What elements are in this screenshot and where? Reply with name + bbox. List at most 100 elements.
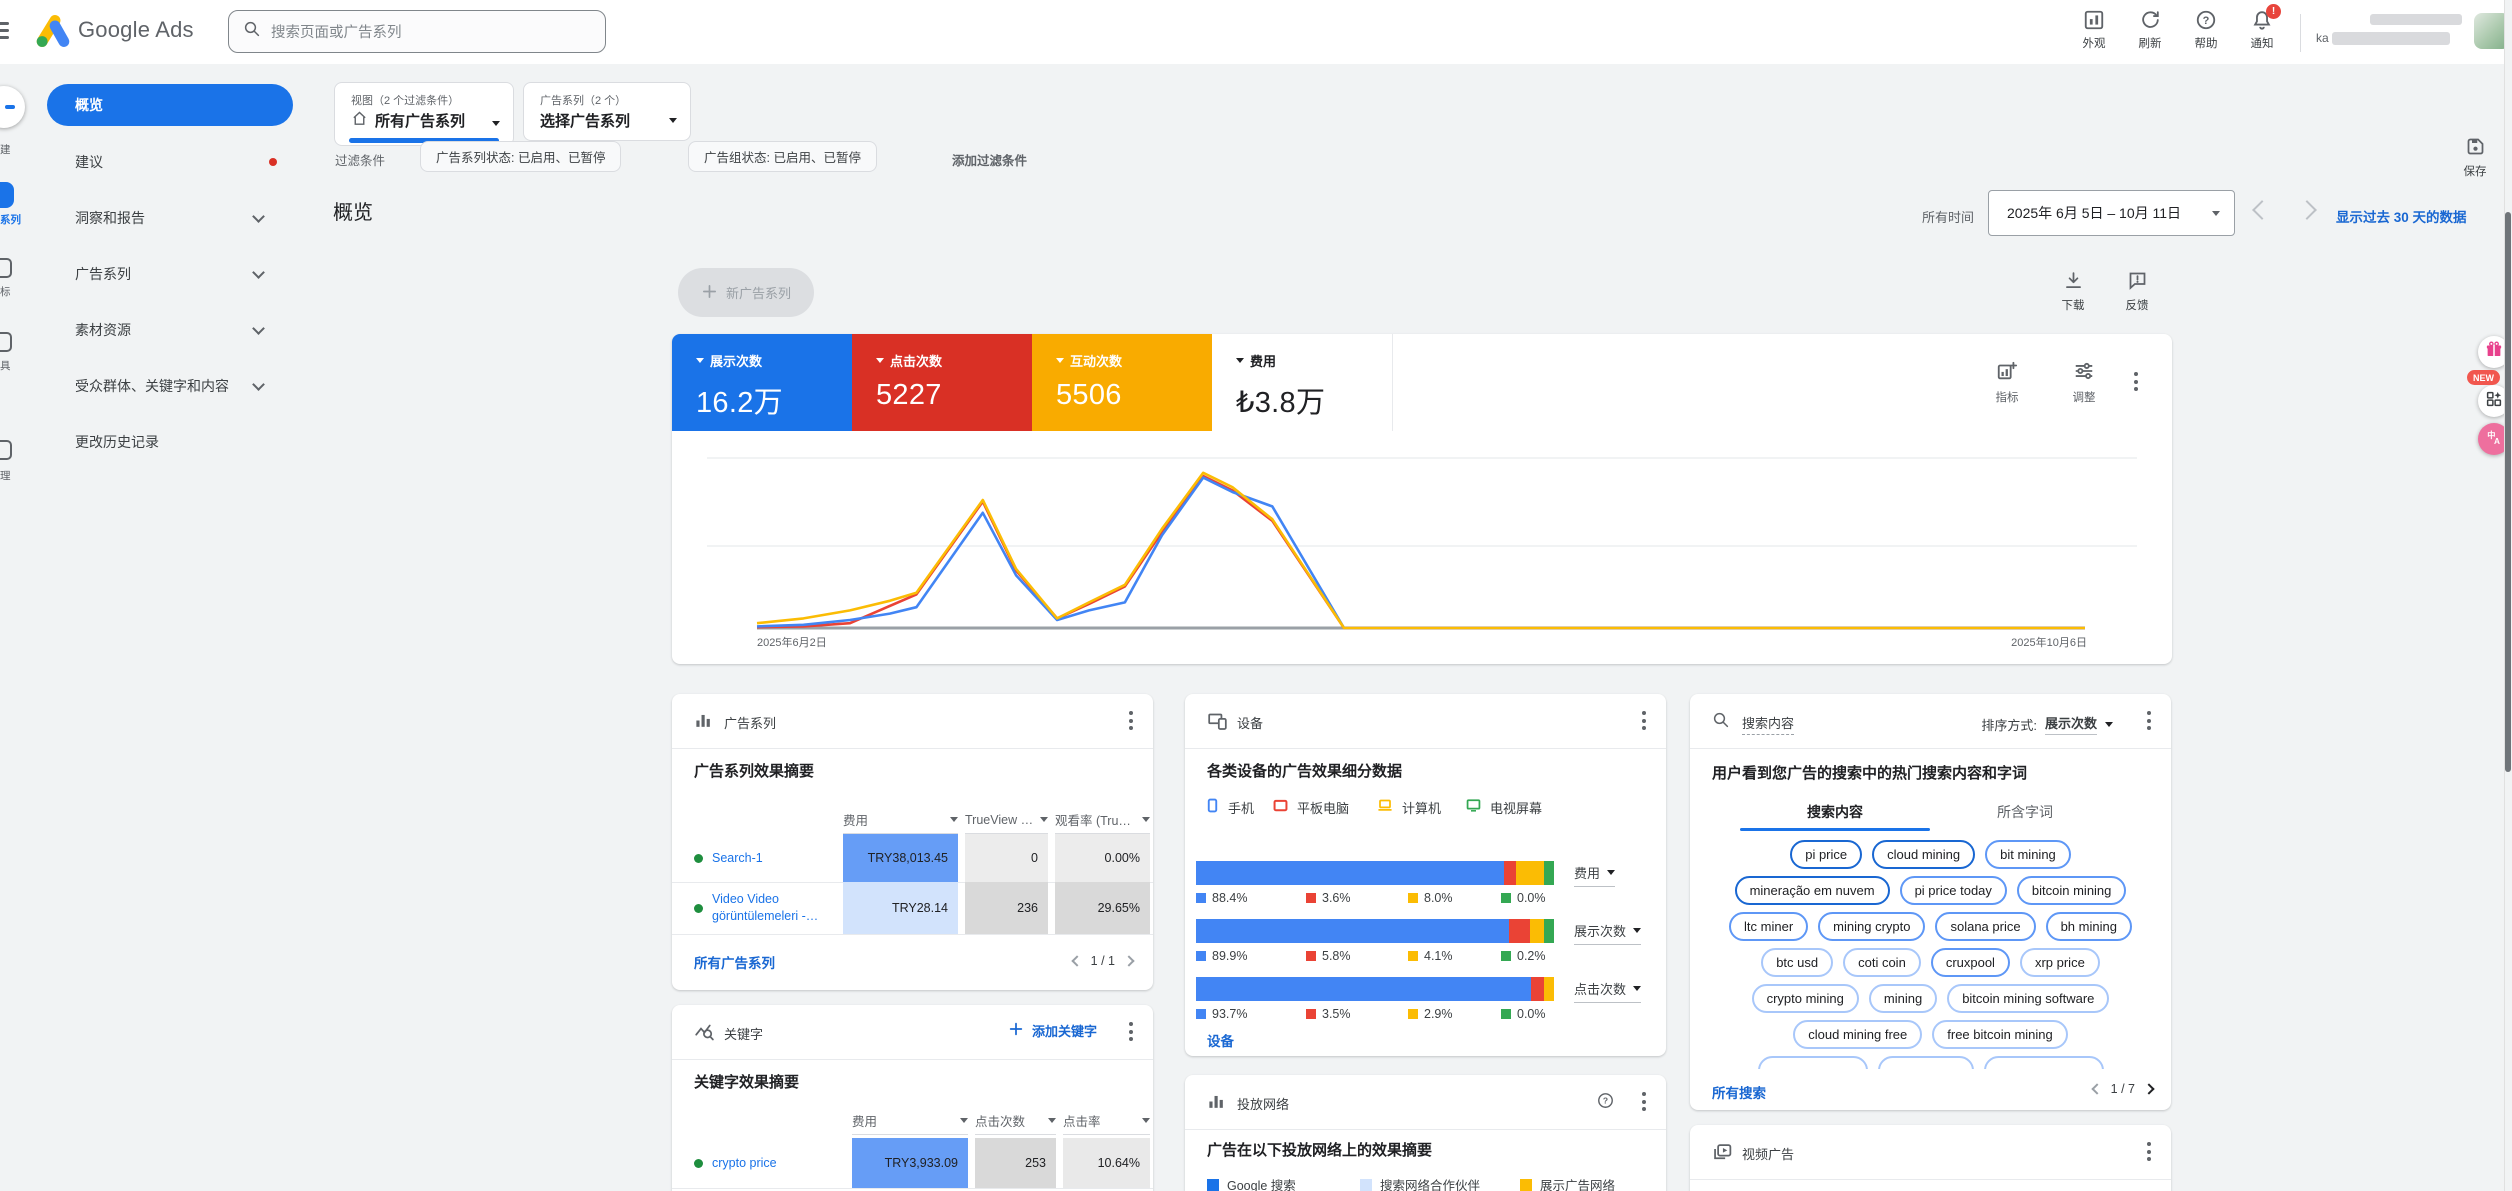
sidebar-item-3[interactable]: 广告系列	[47, 263, 293, 285]
search-term-chip[interactable]: bitcoin mining software	[1947, 984, 2109, 1013]
scrollbar-thumb[interactable]	[2505, 212, 2511, 772]
global-search-input[interactable]: 搜索页面或广告系列	[228, 10, 606, 53]
column-header[interactable]: 观看率 (Tru…	[1055, 806, 1150, 834]
rail-item-label[interactable]: 建	[0, 142, 22, 157]
rail-item-label[interactable]: 具	[0, 358, 22, 373]
device-legend-item[interactable]: 计算机	[1376, 796, 1441, 818]
previous-period-button[interactable]	[2252, 200, 2272, 220]
campaigns-more-menu[interactable]	[1125, 707, 1137, 734]
row-link[interactable]: Video Video görüntülemeleri -…	[712, 891, 835, 925]
filter-chip[interactable]: 广告系列状态: 已启用、已暂停	[420, 141, 621, 172]
search-term-chip[interactable]: ltc miner	[1729, 912, 1808, 941]
column-header[interactable]: 点击次数	[975, 1107, 1056, 1135]
keywords-more-menu[interactable]	[1125, 1018, 1137, 1045]
rail-item-icon[interactable]	[0, 440, 12, 460]
page-next-icon[interactable]	[2143, 1083, 2154, 1094]
rail-item-label[interactable]: 标	[0, 284, 22, 299]
help-button[interactable]: ?帮助	[2178, 7, 2234, 51]
search-term-chip[interactable]: solana price	[1935, 912, 2035, 941]
search-term-chip[interactable]: bit mining	[1985, 840, 2071, 869]
metric-tile-3[interactable]: 费用₺3.8万	[1212, 334, 1392, 431]
add-filter-button[interactable]: 添加过滤条件	[952, 150, 1027, 169]
overview-more-menu[interactable]	[2130, 368, 2142, 395]
new-campaign-button[interactable]: 新广告系列	[678, 268, 814, 317]
collapse-nav-button[interactable]	[0, 86, 25, 128]
device-legend-item[interactable]: 平板电脑	[1272, 796, 1349, 818]
all-searches-link[interactable]: 所有搜索	[1712, 1082, 1766, 1102]
rail-item-icon[interactable]	[0, 182, 14, 208]
appearance-button[interactable]: 外观	[2066, 7, 2122, 51]
download-button[interactable]: 下载	[2048, 270, 2098, 313]
adjust-button[interactable]: 调整	[2054, 360, 2114, 405]
account-info[interactable]: ka	[2316, 12, 2468, 52]
search-term-chip[interactable]: bitcoin mining	[2017, 876, 2127, 905]
metric-name: 点击次数	[1574, 979, 1626, 998]
search-term-chip[interactable]: cloud mining	[1872, 840, 1975, 869]
page-previous-icon[interactable]	[1071, 955, 1082, 966]
rail-item-label[interactable]: 理	[0, 468, 22, 483]
networks-more-menu[interactable]	[1638, 1088, 1650, 1115]
column-header[interactable]: TrueView …	[965, 806, 1048, 834]
search-term-chip[interactable]: cruxpool	[1931, 948, 2010, 977]
add-keywords-button[interactable]: 添加关键字	[1008, 1021, 1097, 1040]
show-last-30-days-link[interactable]: 显示过去 30 天的数据	[2336, 206, 2467, 226]
rail-item-icon[interactable]	[0, 332, 12, 352]
rail-item-label[interactable]: 系列	[0, 212, 22, 227]
search-term-chip[interactable]: crypto mining	[1752, 984, 1859, 1013]
row-link[interactable]: crypto price	[712, 1155, 777, 1172]
search-term-chip[interactable]: bh mining	[2046, 912, 2132, 941]
sidebar-item-4[interactable]: 素材资源	[47, 319, 293, 341]
page-previous-icon[interactable]	[2091, 1083, 2102, 1094]
tab-search-terms[interactable]: 搜索内容	[1740, 796, 1930, 830]
feedback-button[interactable]: 反馈	[2112, 270, 2162, 313]
search-term-chip[interactable]: xrp price	[2020, 948, 2100, 977]
search-term-chip[interactable]: btc usd	[1761, 948, 1833, 977]
search-term-chip[interactable]: pi price today	[1900, 876, 2007, 905]
sort-by-dropdown[interactable]: 排序方式: 展示次数	[1981, 713, 2113, 735]
metric-tile-1[interactable]: 点击次数5227	[852, 334, 1032, 431]
menu-icon[interactable]	[0, 22, 9, 43]
search-term-chip[interactable]: mining	[1869, 984, 1937, 1013]
column-header[interactable]: 点击率	[1063, 1107, 1150, 1135]
sidebar-item-6[interactable]: 更改历史记录	[47, 431, 293, 453]
device-metric-dropdown[interactable]: 展示次数	[1574, 921, 1641, 945]
campaign-select-dropdown[interactable]: 广告系列（2 个） 选择广告系列	[523, 82, 691, 141]
search-term-chip[interactable]: cloud mining free	[1793, 1020, 1922, 1049]
page-next-icon[interactable]	[1123, 955, 1134, 966]
search-term-chip[interactable]: mining crypto	[1818, 912, 1925, 941]
search-term-chip[interactable]: coti coin	[1843, 948, 1921, 977]
search-term-chip[interactable]: pi price	[1790, 840, 1862, 869]
all-campaigns-link[interactable]: 所有广告系列	[694, 952, 775, 972]
bell-button[interactable]: 通知!	[2234, 7, 2290, 51]
search-term-chip[interactable]: mineração em nuvem	[1735, 876, 1890, 905]
filter-chip[interactable]: 广告组状态: 已启用、已暂停	[688, 141, 877, 172]
row-link[interactable]: Search-1	[712, 850, 763, 867]
save-button[interactable]: 保存	[2452, 136, 2498, 179]
sidebar-item-1[interactable]: 建议	[47, 151, 293, 173]
devices-more-menu[interactable]	[1638, 707, 1650, 734]
devices-link[interactable]: 设备	[1207, 1030, 1234, 1050]
device-metric-dropdown[interactable]: 费用	[1574, 863, 1615, 887]
device-legend-item[interactable]: 电视屏幕	[1465, 796, 1542, 818]
column-header[interactable]: 费用	[843, 806, 958, 834]
sidebar-item-0-active[interactable]: 概览	[47, 84, 293, 126]
help-icon[interactable]: ?	[1597, 1092, 1614, 1114]
tab-included-words[interactable]: 所含字词	[1930, 796, 2120, 830]
video-more-menu[interactable]	[2143, 1138, 2155, 1165]
next-period-button[interactable]	[2297, 200, 2317, 220]
column-header[interactable]: 费用	[852, 1107, 968, 1135]
google-ads-logo-icon[interactable]	[34, 14, 72, 50]
sidebar-item-2[interactable]: 洞察和报告	[47, 207, 293, 229]
refresh-button[interactable]: 刷新	[2122, 7, 2178, 51]
metric-tile-0[interactable]: 展示次数16.2万	[672, 334, 852, 431]
date-range-picker[interactable]: 2025年 6月 5日 – 10月 11日	[1988, 190, 2235, 236]
metric-tile-2[interactable]: 互动次数5506	[1032, 334, 1212, 431]
view-filter-dropdown[interactable]: 视图（2 个过滤条件） 所有广告系列	[334, 82, 514, 146]
rail-item-icon[interactable]	[0, 258, 12, 278]
device-legend-item[interactable]: 手机	[1205, 796, 1254, 818]
search-term-chip[interactable]: free bitcoin mining	[1932, 1020, 2068, 1049]
metrics-settings-button[interactable]: 指标	[1977, 360, 2037, 405]
search-more-menu[interactable]	[2143, 707, 2155, 734]
sidebar-item-5[interactable]: 受众群体、关键字和内容	[47, 375, 293, 397]
device-metric-dropdown[interactable]: 点击次数	[1574, 979, 1641, 1003]
